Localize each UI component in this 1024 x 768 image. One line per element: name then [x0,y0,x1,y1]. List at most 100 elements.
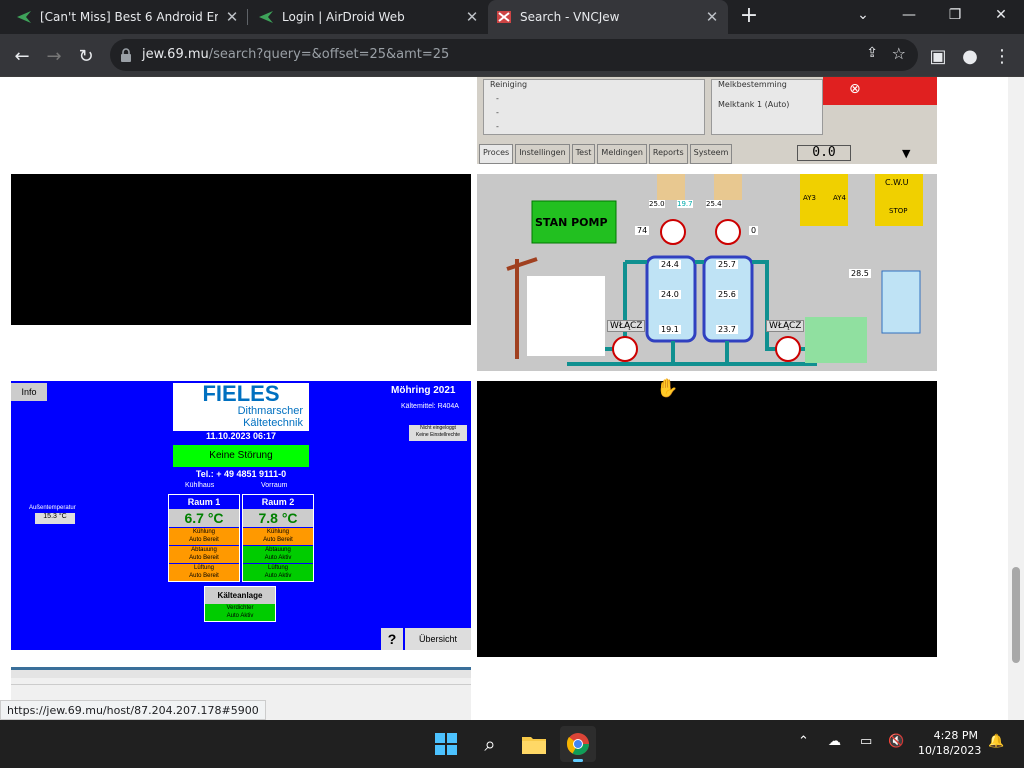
melkbestemming-label: Melkbestemming [718,80,787,89]
bookmark-star-icon[interactable]: ☆ [892,44,906,63]
wlacz-label: WŁĄCZ [607,320,646,332]
raum1-temp: 6.7 °C [169,509,239,527]
screenshot-thumbnail-black[interactable] [11,174,471,325]
tab-title: Search - VNCJew [520,10,620,24]
pct-value: 74 [635,226,650,235]
tab-systeem: Systeem [689,144,733,164]
cloud-icon[interactable]: ☁ [828,734,841,749]
tank2-mid: 25.6 [716,290,738,299]
back-icon[interactable]: ← [8,42,36,70]
tank1-top: 24.4 [659,260,681,269]
alarm-icon: ⊗ [823,77,879,105]
vorraum-label: Vorraum [261,482,288,489]
tab-meldingen: Meldingen [597,144,647,164]
mute-icon[interactable]: 🔇 [888,734,904,749]
notification-bell-icon[interactable]: 🔔 [988,734,1004,749]
screenshot-thumbnail[interactable]: STAN POMP 74 0 25.0 19.7 25.4 24.4 24.0 … [477,174,937,371]
side-panel-icon[interactable]: ▣ [924,42,952,70]
cwu-label: C.W.U [885,178,909,187]
raum2-temp: 7.8 °C [243,509,313,527]
tank2-top: 25.7 [716,260,738,269]
reload-icon[interactable]: ↻ [72,42,100,70]
menu-icon[interactable]: ⋮ [988,42,1016,70]
window-close-icon[interactable]: ✕ [978,0,1024,30]
logo: FIELES Dithmarscher Kältetechnik [173,383,309,431]
close-icon[interactable]: ✕ [704,8,720,26]
screenshot-thumbnail[interactable]: Reiniging - - - Melkbestemming Melktank … [477,77,937,164]
title: Möhring 2021 [391,385,456,396]
pct-value: 0 [749,226,759,235]
tank1-bottom: 19.1 [659,325,681,334]
lock-icon [121,48,131,62]
temp-value: 19.7 [677,200,693,208]
share-icon[interactable]: ⇪ [866,45,878,61]
tel: Tel.: + 49 4851 9111-0 [195,469,287,479]
tab-search-icon[interactable]: ⌄ [840,0,886,30]
stan-pomp-label: STAN POMP [535,216,608,229]
kuehlhaus-label: Kühlhaus [185,482,215,489]
chrome-icon[interactable] [560,726,596,762]
line-2: - [496,108,499,117]
ay4-label: AY4 [833,194,846,202]
tab-instellingen: Instellingen [515,144,570,164]
login-badge: Nicht eingeloggt Keine Einstellrechte [409,425,467,441]
address-bar[interactable]: jew.69.mu/search?query=&offset=25&amt=25… [110,39,918,71]
reiniging-label: Reiniging [490,80,528,89]
melktank-text: Melktank 1 (Auto) [718,100,790,109]
tab-reports: Reports [648,144,688,164]
page-content: Reiniging - - - Melkbestemming Melktank … [0,77,1024,720]
refrigerant: Kältemittel: R404A [401,403,459,410]
minimize-icon[interactable]: — [886,0,932,30]
mute-icon [879,77,937,105]
display-icon[interactable]: ▭ [860,734,872,749]
kaelteanlage-label: Kälteanlage [205,587,275,604]
digital-display: 0.0 [797,145,851,161]
airdroid-icon [259,11,273,23]
taskbar: ⌕ ⌃ ☁ ▭ 🔇 4:28 PM 10/18/2023 🔔 [0,720,1024,768]
wlacz-label: WŁĄCZ [766,320,805,332]
date-time: 11.10.2023 06:17 [205,431,277,441]
scrollbar[interactable] [1008,77,1024,720]
airdroid-icon [17,11,31,23]
status-url: https://jew.69.mu/host/87.204.207.178#59… [0,700,266,720]
tab-strip: [Can't Miss] Best 6 Android Emul ✕ Login… [0,0,1024,34]
close-icon[interactable]: ✕ [224,8,240,26]
close-icon[interactable]: ✕ [464,8,480,26]
screenshot-thumbnail[interactable]: Info FIELES Dithmarscher Kältetechnik 11… [11,381,471,650]
temp-value: 25.0 [649,200,665,208]
vncjew-icon [497,11,511,23]
restore-icon[interactable]: ❐ [932,0,978,30]
browser-toolbar: ← → ↻ jew.69.mu/search?query=&offset=25&… [0,34,1024,77]
clock[interactable]: 4:28 PM 10/18/2023 [918,728,981,758]
url-text: jew.69.mu/search?query=&offset=25&amt=25 [142,47,450,62]
tab-emulator[interactable]: [Can't Miss] Best 6 Android Emul ✕ [8,0,248,34]
temp-value: 25.4 [706,200,722,208]
tab-test: Test [571,144,596,164]
line-3: - [496,122,499,131]
scrollbar-thumb[interactable] [1012,567,1020,663]
info-button: Info [11,383,47,401]
line-1: - [496,94,499,103]
cursor-icon: ✋ [656,378,679,399]
search-icon[interactable]: ⌕ [472,726,508,762]
tab-proces: Proces [479,144,514,164]
status-box: Keine Störung [173,445,309,467]
tank1-mid: 24.0 [659,290,681,299]
forward-icon[interactable]: → [40,42,68,70]
new-tab-icon[interactable]: + [738,5,760,27]
windows-start-icon[interactable] [428,726,464,762]
raum1-label: Raum 1 [169,495,239,509]
profile-icon[interactable]: ● [956,42,984,70]
file-explorer-icon[interactable] [516,726,552,762]
dropdown-icon: ▼ [902,147,911,160]
tab-vncjew[interactable]: Search - VNCJew ✕ [488,0,728,34]
tab-airdroid[interactable]: Login | AirDroid Web ✕ [250,0,488,34]
stop-label: STOP [889,207,908,215]
uebersicht-button: Übersicht [405,628,471,650]
raum2-label: Raum 2 [243,495,313,509]
outside-value: 15.3 °C [35,513,75,524]
temp-value: 28.5 [849,269,871,278]
screenshot-thumbnail-black[interactable] [477,381,937,657]
chevron-up-icon[interactable]: ⌃ [798,734,809,749]
tab-title: [Can't Miss] Best 6 Android Emul [40,10,218,24]
